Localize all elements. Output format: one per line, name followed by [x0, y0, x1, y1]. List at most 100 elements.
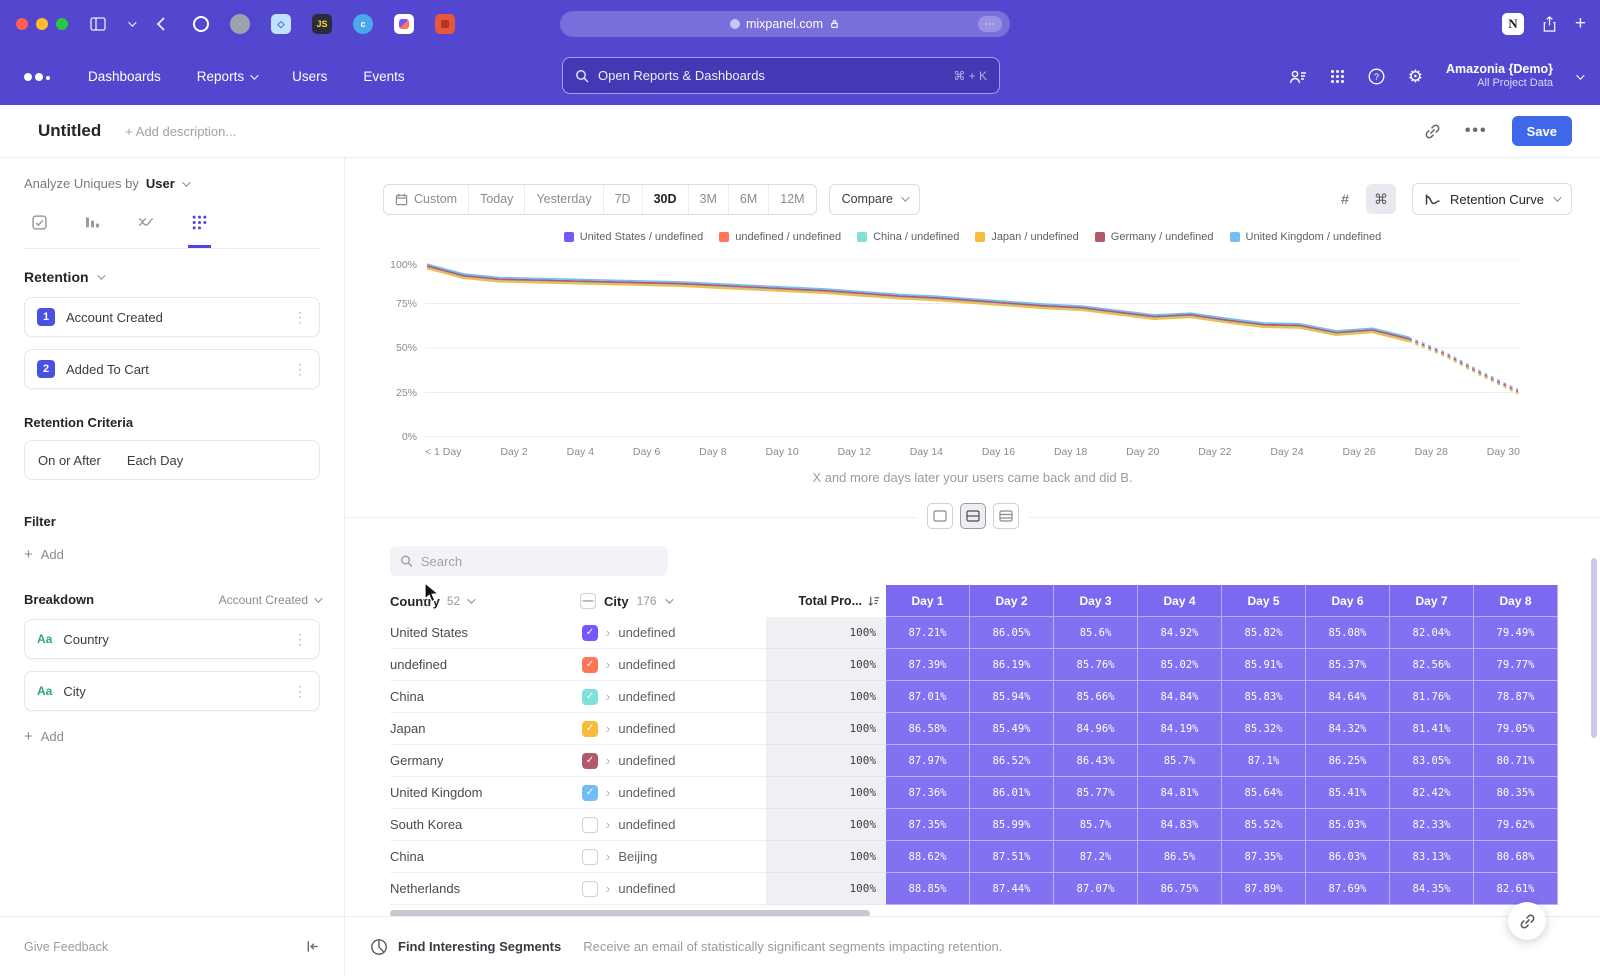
- clock-extension-icon[interactable]: [193, 16, 209, 32]
- range-button-6m[interactable]: 6M: [728, 185, 768, 214]
- mixpanel-logo[interactable]: [24, 73, 50, 81]
- column-header-day[interactable]: Day 7: [1390, 585, 1474, 617]
- step-card-b[interactable]: 2 Added To Cart ⋮: [24, 349, 320, 389]
- day-value-cell[interactable]: 86.58%: [886, 713, 970, 745]
- day-value-cell[interactable]: 87.51%: [970, 841, 1054, 873]
- day-value-cell[interactable]: 79.49%: [1474, 617, 1558, 649]
- column-header-day[interactable]: Day 6: [1306, 585, 1390, 617]
- day-value-cell[interactable]: 87.44%: [970, 873, 1054, 905]
- day-value-cell[interactable]: 85.91%: [1222, 649, 1306, 681]
- orange-extension-icon[interactable]: [435, 14, 455, 34]
- add-description[interactable]: + Add description...: [125, 124, 236, 139]
- nav-item-users[interactable]: Users: [292, 69, 327, 84]
- tab-insights[interactable]: [28, 209, 51, 248]
- close-window-button[interactable]: [16, 18, 28, 30]
- day-value-cell[interactable]: 87.35%: [1222, 841, 1306, 873]
- day-value-cell[interactable]: 79.62%: [1474, 809, 1558, 841]
- column-header-country[interactable]: Country 52: [390, 585, 580, 617]
- blue-extension-icon[interactable]: c: [353, 14, 373, 34]
- row-checkbox[interactable]: [582, 849, 598, 865]
- command-toggle-button[interactable]: ⌘: [1366, 184, 1396, 214]
- add-breakdown-button[interactable]: + Add: [24, 729, 320, 744]
- day-value-cell[interactable]: 86.75%: [1138, 873, 1222, 905]
- row-checkbox[interactable]: [582, 817, 598, 833]
- day-value-cell[interactable]: 86.5%: [1138, 841, 1222, 873]
- project-selector[interactable]: Amazonia {Demo} All Project Data: [1446, 62, 1553, 91]
- row-checkbox[interactable]: ✓: [582, 689, 598, 705]
- vertical-scrollbar[interactable]: [1591, 558, 1597, 738]
- day-value-cell[interactable]: 85.02%: [1138, 649, 1222, 681]
- tab-flows[interactable]: [134, 209, 158, 248]
- day-value-cell[interactable]: 87.2%: [1054, 841, 1138, 873]
- nav-item-dashboards[interactable]: Dashboards: [88, 69, 161, 84]
- table-search[interactable]: [390, 546, 668, 576]
- row-checkbox[interactable]: ✓: [582, 785, 598, 801]
- js-extension-icon[interactable]: JS: [312, 14, 332, 34]
- hash-toggle-button[interactable]: #: [1330, 184, 1360, 214]
- day-value-cell[interactable]: 85.82%: [1222, 617, 1306, 649]
- retention-criteria-control[interactable]: On or After Each Day: [24, 440, 320, 480]
- day-value-cell[interactable]: 84.83%: [1138, 809, 1222, 841]
- range-button-7d[interactable]: 7D: [603, 185, 642, 214]
- day-value-cell[interactable]: 85.76%: [1054, 649, 1138, 681]
- legend-item[interactable]: Germany / undefined: [1095, 231, 1214, 243]
- column-header-day[interactable]: Day 5: [1222, 585, 1306, 617]
- breakdown-scope-selector[interactable]: Account Created: [219, 593, 320, 607]
- save-button[interactable]: Save: [1512, 116, 1572, 146]
- day-value-cell[interactable]: 85.03%: [1306, 809, 1390, 841]
- day-value-cell[interactable]: 86.01%: [970, 777, 1054, 809]
- global-search[interactable]: Open Reports & Dashboards ⌘ + K: [562, 57, 1000, 94]
- legend-item[interactable]: China / undefined: [857, 231, 959, 243]
- day-value-cell[interactable]: 87.36%: [886, 777, 970, 809]
- day-value-cell[interactable]: 84.81%: [1138, 777, 1222, 809]
- day-value-cell[interactable]: 84.35%: [1390, 873, 1474, 905]
- day-value-cell[interactable]: 80.35%: [1474, 777, 1558, 809]
- day-value-cell[interactable]: 82.33%: [1390, 809, 1474, 841]
- day-value-cell[interactable]: 84.32%: [1306, 713, 1390, 745]
- breakdown-card-city[interactable]: Aa City ⋮: [24, 671, 320, 711]
- day-value-cell[interactable]: 83.13%: [1390, 841, 1474, 873]
- row-checkbox[interactable]: ✓: [582, 625, 598, 641]
- zoom-window-button[interactable]: [56, 18, 68, 30]
- day-value-cell[interactable]: 85.94%: [970, 681, 1054, 713]
- custom-date-button[interactable]: Custom: [384, 185, 468, 214]
- column-header-day[interactable]: Day 2: [970, 585, 1054, 617]
- day-value-cell[interactable]: 86.52%: [970, 745, 1054, 777]
- address-bar[interactable]: mixpanel.com ⋯: [560, 11, 1010, 37]
- criteria-interval[interactable]: Each Day: [127, 453, 183, 468]
- day-value-cell[interactable]: 85.41%: [1306, 777, 1390, 809]
- day-value-cell[interactable]: 85.32%: [1222, 713, 1306, 745]
- settings-gear-icon[interactable]: ⚙: [1408, 67, 1423, 87]
- day-value-cell[interactable]: 79.05%: [1474, 713, 1558, 745]
- compare-button[interactable]: Compare: [829, 184, 920, 215]
- row-checkbox[interactable]: ✓: [582, 721, 598, 737]
- day-value-cell[interactable]: 85.83%: [1222, 681, 1306, 713]
- table-search-input[interactable]: [421, 554, 658, 569]
- day-value-cell[interactable]: 87.01%: [886, 681, 970, 713]
- row-checkbox[interactable]: ✓: [582, 657, 598, 673]
- day-value-cell[interactable]: 87.97%: [886, 745, 970, 777]
- column-header-day[interactable]: Day 3: [1054, 585, 1138, 617]
- day-value-cell[interactable]: 85.6%: [1054, 617, 1138, 649]
- analyze-value[interactable]: User: [146, 176, 175, 191]
- row-checkbox[interactable]: ✓: [582, 753, 598, 769]
- legend-item[interactable]: United Kingdom / undefined: [1230, 231, 1382, 243]
- nav-item-reports[interactable]: Reports: [197, 69, 256, 84]
- day-value-cell[interactable]: 82.61%: [1474, 873, 1558, 905]
- day-value-cell[interactable]: 85.7%: [1138, 745, 1222, 777]
- breakdown-options-icon[interactable]: ⋮: [293, 631, 307, 648]
- day-value-cell[interactable]: 85.49%: [970, 713, 1054, 745]
- expand-chevron-icon[interactable]: ›: [606, 689, 610, 704]
- range-button-yesterday[interactable]: Yesterday: [524, 185, 602, 214]
- range-button-today[interactable]: Today: [468, 185, 524, 214]
- row-checkbox[interactable]: [582, 881, 598, 897]
- day-value-cell[interactable]: 82.56%: [1390, 649, 1474, 681]
- share-icon[interactable]: [1542, 16, 1557, 32]
- day-value-cell[interactable]: 85.37%: [1306, 649, 1390, 681]
- legend-item[interactable]: undefined / undefined: [719, 231, 841, 243]
- day-value-cell[interactable]: 86.25%: [1306, 745, 1390, 777]
- step-card-a[interactable]: 1 Account Created ⋮: [24, 297, 320, 337]
- address-more-icon[interactable]: ⋯: [978, 16, 1002, 32]
- nav-item-events[interactable]: Events: [363, 69, 404, 84]
- day-value-cell[interactable]: 87.1%: [1222, 745, 1306, 777]
